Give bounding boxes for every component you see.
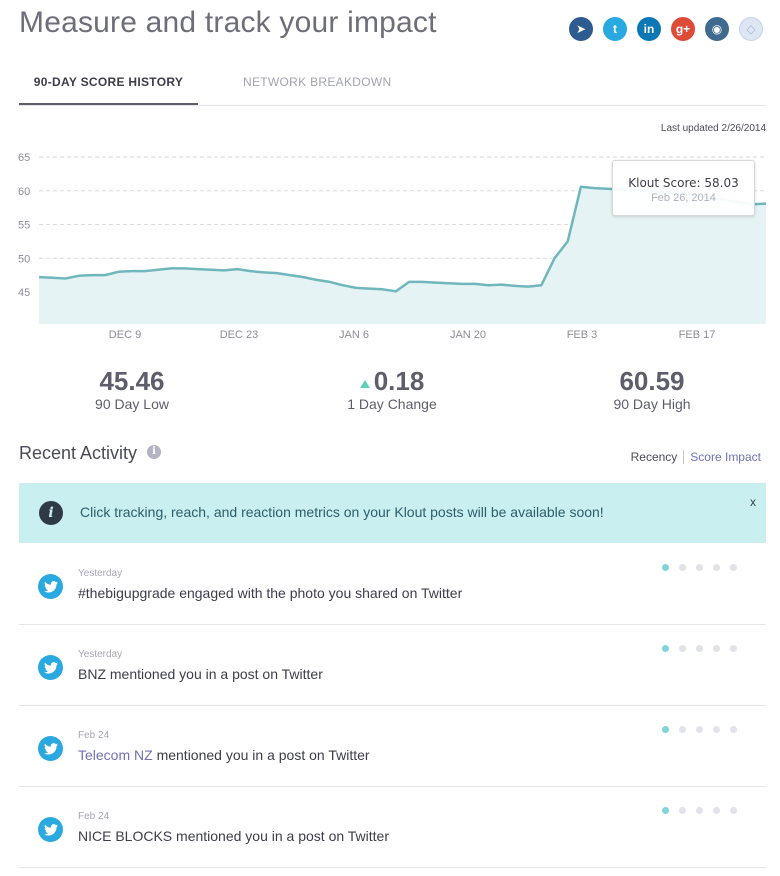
impact-dot bbox=[696, 807, 703, 814]
sort-toggle: Recency Score Impact bbox=[631, 450, 761, 464]
y-tick-label: 60 bbox=[18, 186, 30, 198]
impact-dot bbox=[696, 564, 703, 571]
tooltip-date: Feb 26, 2014 bbox=[651, 192, 716, 204]
impact-dot bbox=[713, 807, 720, 814]
tab-network-breakdown[interactable]: NETWORK BREAKDOWN bbox=[243, 75, 391, 89]
stat-1-day-change: 0.18 1 Day Change bbox=[312, 366, 472, 412]
klout-icon[interactable]: ◇ bbox=[739, 17, 763, 41]
x-tick-label: JAN 6 bbox=[339, 329, 369, 341]
stat-label: 90 Day Low bbox=[95, 396, 169, 412]
stat-value: 60.59 bbox=[619, 366, 685, 396]
y-tick-label: 50 bbox=[18, 253, 30, 265]
tab-bar: 90-DAY SCORE HISTORY NETWORK BREAKDOWN bbox=[19, 60, 766, 106]
impact-dot bbox=[713, 645, 720, 652]
impact-dots bbox=[662, 726, 737, 733]
info-circle-icon: i bbox=[39, 501, 63, 525]
twitter-icon bbox=[38, 574, 63, 599]
x-tick-label: FEB 17 bbox=[679, 329, 716, 341]
tooltip-score: Klout Score: 58.03 bbox=[628, 176, 739, 190]
impact-dots bbox=[662, 564, 737, 571]
activity-item[interactable]: Feb 24 Telecom NZ mentioned you in a post… bbox=[19, 706, 766, 787]
twitter-icon bbox=[38, 736, 63, 761]
sort-recency-link[interactable]: Recency bbox=[631, 450, 685, 464]
instagram-icon[interactable]: ◉ bbox=[705, 17, 729, 41]
foursquare-icon[interactable]: ➤ bbox=[569, 17, 593, 41]
impact-dot bbox=[662, 645, 669, 652]
close-icon[interactable]: x bbox=[750, 495, 756, 509]
impact-dot bbox=[730, 726, 737, 733]
stat-value: 0.18 bbox=[373, 366, 425, 396]
impact-dot bbox=[730, 645, 737, 652]
info-banner: i Click tracking, reach, and reaction me… bbox=[19, 483, 766, 543]
stat-label: 1 Day Change bbox=[347, 396, 437, 412]
impact-dots bbox=[662, 807, 737, 814]
impact-dot bbox=[679, 645, 686, 652]
x-tick-label: JAN 20 bbox=[450, 329, 486, 341]
activity-date: Yesterday bbox=[78, 568, 123, 579]
up-arrow-icon bbox=[359, 380, 370, 388]
x-tick-label: DEC 23 bbox=[220, 329, 259, 341]
activity-item[interactable]: Yesterday #thebigupgrade engaged with the… bbox=[19, 544, 766, 625]
y-tick-label: 65 bbox=[18, 152, 30, 164]
linkedin-icon[interactable]: in bbox=[637, 17, 661, 41]
tab-score-history[interactable]: 90-DAY SCORE HISTORY bbox=[19, 75, 198, 89]
activity-date: Feb 24 bbox=[78, 811, 110, 822]
twitter-icon bbox=[38, 817, 63, 842]
google-plus-icon[interactable]: g+ bbox=[671, 17, 695, 41]
stat-label: 90 Day High bbox=[613, 396, 691, 412]
impact-dot bbox=[696, 726, 703, 733]
y-tick-label: 45 bbox=[18, 287, 30, 299]
impact-dot bbox=[679, 726, 686, 733]
impact-dot bbox=[713, 726, 720, 733]
activity-date: Feb 24 bbox=[78, 730, 110, 741]
impact-dot bbox=[679, 807, 686, 814]
activity-text: Telecom NZ mentioned you in a post on Tw… bbox=[78, 747, 370, 763]
twitter-icon bbox=[38, 655, 63, 680]
sort-score-impact-link[interactable]: Score Impact bbox=[684, 450, 761, 464]
impact-dots bbox=[662, 645, 737, 652]
recent-activity-heading: Recent Activity bbox=[19, 443, 138, 463]
activity-user-link[interactable]: Telecom NZ bbox=[78, 747, 153, 763]
last-updated: Last updated 2/26/2014 bbox=[660, 123, 766, 134]
y-tick-label: 55 bbox=[18, 220, 30, 232]
activity-text: NICE BLOCKS mentioned you in a post on T… bbox=[78, 828, 390, 844]
activity-item[interactable]: Yesterday BNZ mentioned you in a post on … bbox=[19, 625, 766, 706]
impact-dot bbox=[662, 564, 669, 571]
social-network-bar: ➤ t in g+ ◉ ◇ bbox=[569, 17, 763, 41]
page-title: Measure and track your impact bbox=[19, 6, 437, 39]
activity-item[interactable]: Feb 24 NICE BLOCKS mentioned you in a pos… bbox=[19, 787, 766, 868]
impact-dot bbox=[662, 726, 669, 733]
activity-date: Yesterday bbox=[78, 649, 123, 660]
impact-dot bbox=[679, 564, 686, 571]
x-tick-label: DEC 9 bbox=[109, 329, 141, 341]
banner-message: Click tracking, reach, and reaction metr… bbox=[80, 504, 604, 520]
impact-dot bbox=[713, 564, 720, 571]
chart-tooltip: Klout Score: 58.03 Feb 26, 2014 bbox=[612, 160, 755, 216]
stat-90-day-high: 60.59 90 Day High bbox=[572, 366, 732, 412]
impact-dot bbox=[730, 564, 737, 571]
impact-dot bbox=[696, 645, 703, 652]
stat-value: 45.46 bbox=[99, 366, 165, 396]
stat-90-day-low: 45.46 90 Day Low bbox=[52, 366, 212, 412]
info-icon[interactable]: i bbox=[147, 445, 161, 459]
impact-dot bbox=[662, 807, 669, 814]
active-tab-underline bbox=[19, 103, 198, 105]
impact-dot bbox=[730, 807, 737, 814]
activity-text: #thebigupgrade engaged with the photo yo… bbox=[78, 585, 463, 601]
x-tick-label: FEB 3 bbox=[567, 329, 598, 341]
activity-text: BNZ mentioned you in a post on Twitter bbox=[78, 666, 323, 682]
twitter-icon[interactable]: t bbox=[603, 17, 627, 41]
